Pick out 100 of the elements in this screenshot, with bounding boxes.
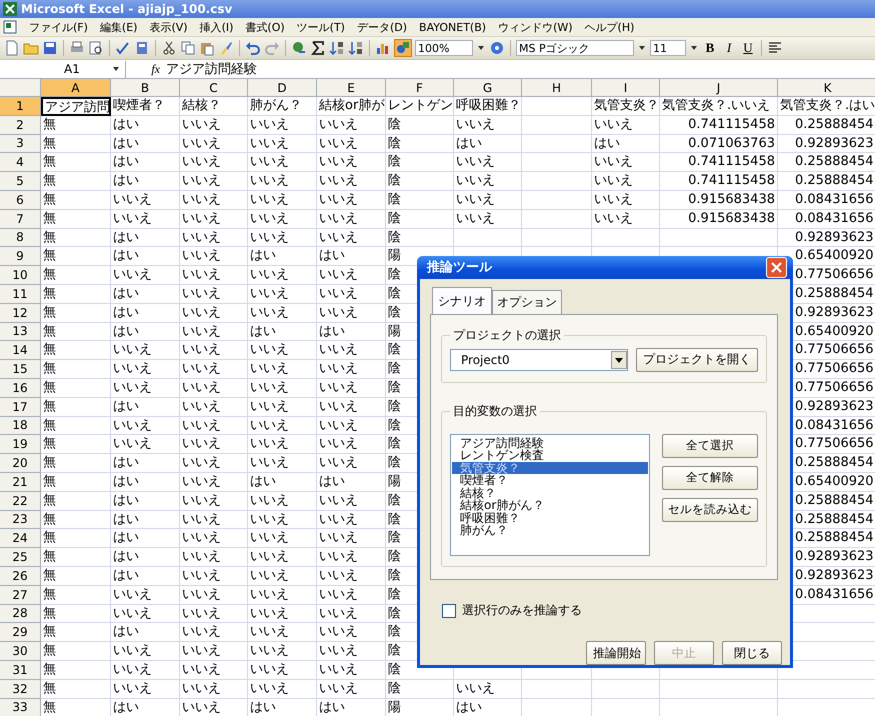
list-action-button[interactable]: 全て解除 xyxy=(662,466,758,490)
new-page-icon[interactable] xyxy=(4,40,20,56)
tab[interactable]: オプション xyxy=(492,290,562,314)
menu-item[interactable]: 表示(V) xyxy=(149,20,188,34)
font-size-field[interactable]: 11 xyxy=(650,40,686,56)
underline-button[interactable]: U xyxy=(740,40,756,56)
menu-item[interactable]: BAYONET(B) xyxy=(419,20,486,34)
help-icon[interactable] xyxy=(489,40,505,56)
dialog-button[interactable]: 閉じる xyxy=(722,641,782,665)
column-header[interactable]: K xyxy=(778,79,875,97)
tab[interactable]: シナリオ xyxy=(432,286,492,314)
column-header[interactable]: H xyxy=(522,79,592,97)
cut-icon[interactable] xyxy=(161,40,177,56)
list-item[interactable]: 結核？ xyxy=(452,486,648,500)
list-item[interactable]: 気管支炎？ xyxy=(452,462,648,474)
column-header[interactable]: A xyxy=(41,79,111,97)
row-header[interactable]: 12 xyxy=(0,304,41,323)
list-item[interactable]: 肺がん？ xyxy=(452,524,648,537)
sort-descending-icon[interactable] xyxy=(348,40,364,56)
book-icon[interactable] xyxy=(134,40,150,56)
sigma-icon[interactable] xyxy=(310,40,326,56)
row-header[interactable]: 27 xyxy=(0,586,41,605)
row-header[interactable]: 16 xyxy=(0,378,41,398)
row-header[interactable]: 7 xyxy=(0,210,41,229)
row-header[interactable]: 2 xyxy=(0,116,41,135)
brush-icon[interactable] xyxy=(218,40,234,56)
drawing-icon[interactable] xyxy=(394,39,412,57)
list-action-button[interactable]: 全て選択 xyxy=(662,434,758,458)
row-header[interactable]: 32 xyxy=(0,680,41,698)
row-header[interactable]: 5 xyxy=(0,172,41,191)
row-header[interactable]: 25 xyxy=(0,548,41,567)
row-header[interactable]: 31 xyxy=(0,660,41,680)
zoom-field[interactable]: 100% xyxy=(415,40,473,56)
row-header[interactable]: 30 xyxy=(0,642,41,661)
sort-ascending-icon[interactable] xyxy=(329,40,345,56)
open-project-button[interactable]: プロジェクトを開く xyxy=(636,348,758,372)
menu-item[interactable]: データ(D) xyxy=(356,20,408,34)
spellcheck-icon[interactable] xyxy=(115,40,131,56)
menu-item[interactable]: 編集(E) xyxy=(100,20,138,34)
row-header[interactable]: 29 xyxy=(0,623,41,642)
menu-item[interactable]: 挿入(I) xyxy=(200,20,234,34)
column-header[interactable]: B xyxy=(111,79,180,97)
menu-item[interactable]: ファイル(F) xyxy=(29,20,88,34)
row-header[interactable]: 1 xyxy=(0,97,41,116)
copy-icon[interactable] xyxy=(180,40,196,56)
row-header[interactable]: 11 xyxy=(0,284,41,304)
row-header[interactable]: 9 xyxy=(0,247,41,266)
document-icon[interactable] xyxy=(3,20,17,34)
function-button[interactable]: fx xyxy=(126,62,166,76)
bold-button[interactable]: B xyxy=(702,40,718,56)
row-header[interactable]: 10 xyxy=(0,266,41,285)
row-header[interactable]: 20 xyxy=(0,454,41,473)
list-item[interactable]: 喫煙者？ xyxy=(452,474,648,487)
column-header[interactable]: J xyxy=(660,79,778,97)
menu-item[interactable]: ウィンドウ(W) xyxy=(498,20,573,34)
row-header[interactable]: 13 xyxy=(0,322,41,342)
save-icon[interactable] xyxy=(42,40,58,56)
undo-icon[interactable] xyxy=(245,40,261,56)
row-header[interactable]: 26 xyxy=(0,566,41,586)
row-header[interactable]: 18 xyxy=(0,416,41,436)
column-header[interactable]: I xyxy=(592,79,660,97)
column-header[interactable]: C xyxy=(180,79,248,97)
paste-icon[interactable] xyxy=(199,40,215,56)
close-button[interactable] xyxy=(766,256,787,278)
menu-item[interactable]: 書式(O) xyxy=(245,20,285,34)
column-header[interactable]: G xyxy=(454,79,522,97)
row-header[interactable]: 19 xyxy=(0,435,41,454)
list-item[interactable]: レントゲン検査 xyxy=(452,449,648,462)
row-header[interactable]: 33 xyxy=(0,698,41,716)
row-header[interactable]: 23 xyxy=(0,510,41,530)
list-item[interactable]: 結核or肺がん？ xyxy=(452,499,648,512)
globe-link-icon[interactable] xyxy=(291,40,307,56)
italic-button[interactable]: I xyxy=(721,40,737,56)
list-item[interactable]: 呼吸困難？ xyxy=(452,512,648,524)
column-header[interactable]: E xyxy=(317,79,386,97)
row-header[interactable]: 22 xyxy=(0,492,41,511)
variable-list[interactable]: アジア訪問経験 レントゲン検査 気管支炎？ 喫煙者？ 結核？ 結核or肺がん？ 呼吸困難？ 肺がん？ xyxy=(450,434,650,556)
column-header[interactable]: D xyxy=(248,79,317,97)
preview-icon[interactable] xyxy=(88,40,104,56)
row-header[interactable]: 14 xyxy=(0,341,41,360)
list-item[interactable]: アジア訪問経験 xyxy=(452,436,648,450)
menu-item[interactable]: ツール(T) xyxy=(296,20,345,34)
name-box[interactable]: A1 xyxy=(0,60,126,78)
row-header[interactable]: 6 xyxy=(0,190,41,210)
row-header[interactable]: 4 xyxy=(0,153,41,172)
dialog-button[interactable]: 推論開始 xyxy=(586,641,646,665)
project-dropdown[interactable]: Project0 xyxy=(450,348,628,371)
formula-field[interactable]: アジア訪問経験 xyxy=(166,60,257,78)
row-header[interactable]: 8 xyxy=(0,228,41,248)
checkbox[interactable] xyxy=(442,604,456,618)
row-header[interactable]: 28 xyxy=(0,604,41,624)
column-header[interactable]: F xyxy=(386,79,454,97)
row-header[interactable]: 3 xyxy=(0,134,41,154)
font-name-field[interactable]: MS Pゴシック xyxy=(516,40,634,56)
menu-item[interactable]: ヘルプ(H) xyxy=(584,20,634,34)
row-header[interactable]: 24 xyxy=(0,529,41,548)
list-action-button[interactable]: セルを読み込む xyxy=(662,498,758,522)
row-header[interactable]: 15 xyxy=(0,360,41,379)
row-header[interactable]: 17 xyxy=(0,398,41,417)
row-header[interactable]: 21 xyxy=(0,472,41,492)
